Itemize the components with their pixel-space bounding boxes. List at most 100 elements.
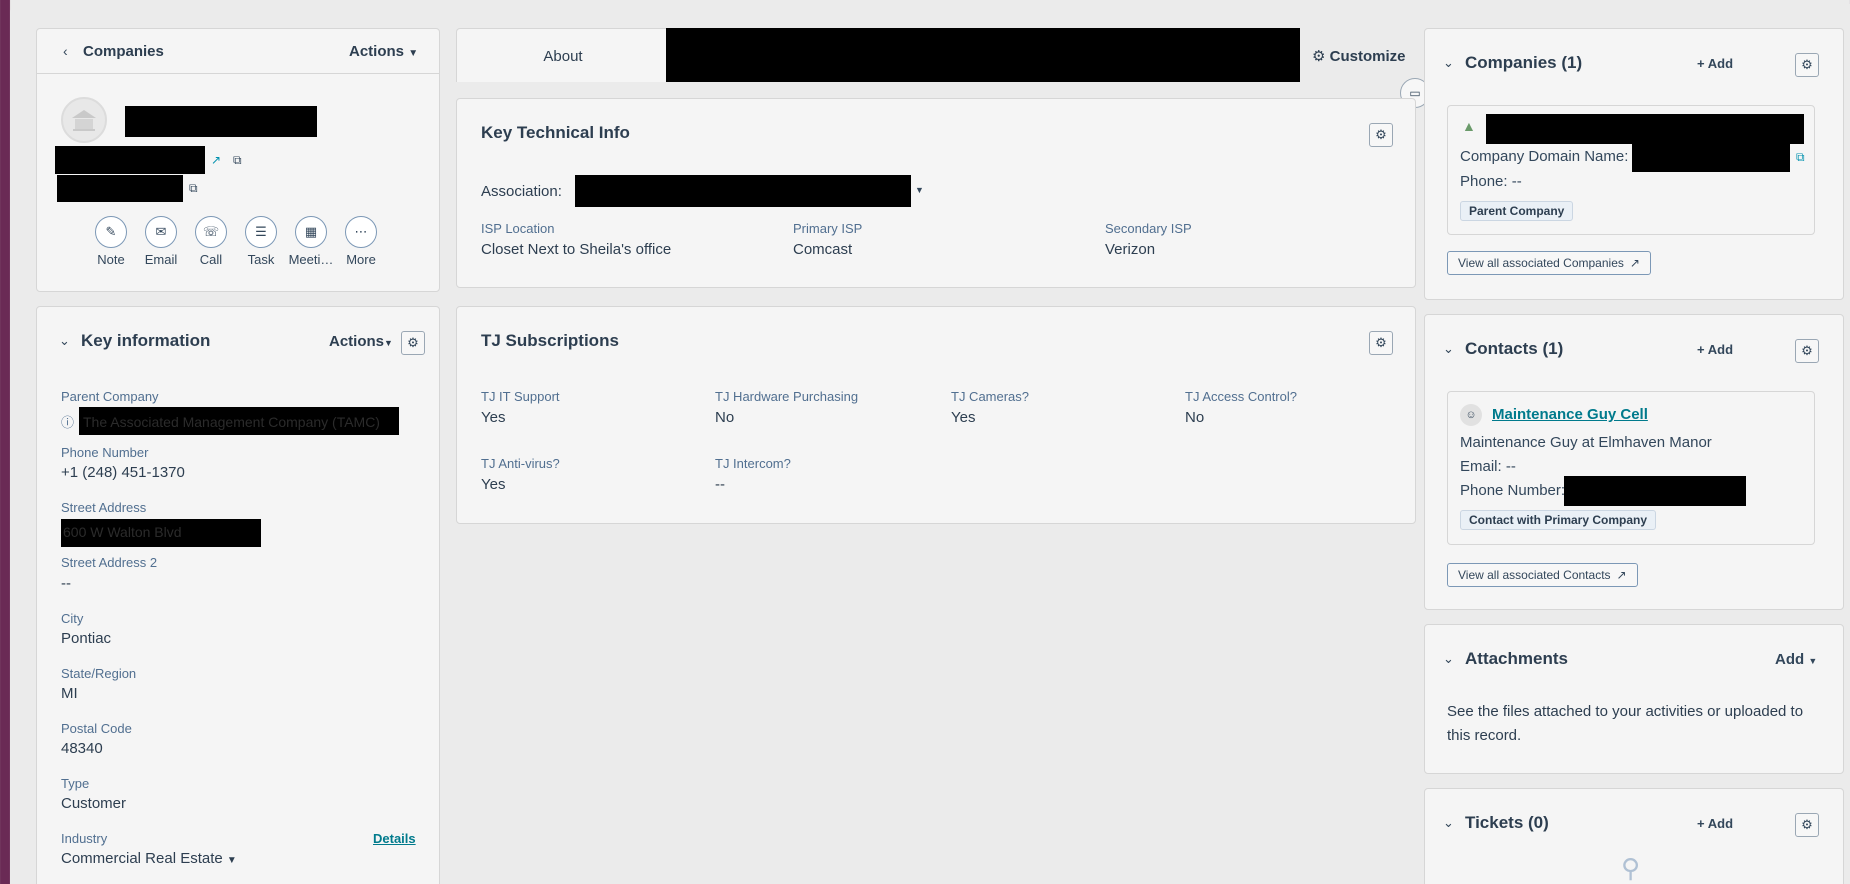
view-all-companies-button[interactable]: View all associated Companies ↗ [1447, 251, 1651, 275]
contact-association-item: ☺ Maintenance Guy Cell Maintenance Guy a… [1447, 391, 1815, 545]
type-value[interactable]: Customer [61, 795, 126, 812]
contact-name-link[interactable]: Maintenance Guy Cell [1492, 406, 1648, 423]
street-address-2-value[interactable]: -- [61, 575, 71, 592]
back-chevron-icon[interactable]: ‹ [63, 43, 68, 59]
company-domain-redacted [1632, 144, 1790, 172]
copy-icon[interactable]: ⧉ [233, 153, 242, 168]
add-company-button[interactable]: + Add [1697, 56, 1733, 71]
note-action-label: Note [97, 252, 125, 267]
tj-cameras-value[interactable]: Yes [951, 409, 975, 426]
external-link-icon: ↗ [1616, 568, 1627, 582]
gear-icon[interactable]: ⚙ [1795, 813, 1819, 837]
add-contact-button[interactable]: + Add [1697, 342, 1733, 357]
note-icon[interactable]: ✎ [95, 216, 127, 248]
collapse-chevron-icon[interactable]: ⌄ [1443, 651, 1454, 667]
industry-value: Commercial Real Estate [61, 850, 223, 867]
collapse-chevron-icon[interactable]: ⌄ [1443, 815, 1454, 831]
industry-dropdown[interactable]: Commercial Real Estate ▼ [61, 850, 237, 867]
contact-phone-label: Phone Number: [1460, 482, 1566, 499]
plus-icon: + [1697, 56, 1705, 71]
tj-antivirus-label: TJ Anti-virus? [481, 456, 560, 471]
external-link-icon[interactable]: ↗ [211, 153, 221, 167]
customize-button[interactable]: ⚙ Customize [1312, 47, 1405, 65]
tab-bar: About [456, 28, 668, 82]
magnifier-illustration-icon: ⚲ [1621, 853, 1641, 883]
phone-number-value[interactable]: +1 (248) 451-1370 [61, 464, 185, 481]
gear-icon[interactable]: ⚙ [1369, 123, 1393, 147]
call-action-label: Call [199, 252, 223, 267]
contact-email-line: Email: -- [1460, 458, 1516, 475]
add-company-label: Add [1707, 56, 1734, 71]
info-icon: ⓘ [61, 415, 75, 430]
company-association-item: ▲ Company Domain Name: ⧉ Phone: -- Paren… [1447, 105, 1815, 235]
call-icon[interactable]: ☏ [195, 216, 227, 248]
contacts-card: ⌄ Contacts (1) + Add ⚙ ☺ Maintenance Guy… [1424, 314, 1844, 610]
company-phone-label: Phone: [1460, 173, 1508, 190]
contact-avatar-icon: ☺ [1460, 404, 1482, 426]
street-address-value[interactable]: 600 W Walton Blvd [61, 519, 261, 547]
tab-about[interactable]: About [457, 48, 669, 65]
gear-icon[interactable]: ⚙ [1795, 339, 1819, 363]
divider [37, 73, 439, 74]
tj-access-control-label: TJ Access Control? [1185, 389, 1297, 404]
contact-email-label: Email: [1460, 458, 1502, 475]
tj-cameras-label: TJ Cameras? [951, 389, 1030, 404]
primary-isp-value[interactable]: Comcast [793, 241, 852, 258]
customize-label: Customize [1329, 48, 1406, 65]
gear-icon[interactable]: ⚙ [1795, 53, 1819, 77]
tj-hardware-label: TJ Hardware Purchasing [715, 389, 859, 404]
header-actions-dropdown[interactable]: Actions ▼ [349, 43, 418, 60]
details-link[interactable]: Details [373, 831, 416, 846]
company-name-redacted[interactable] [1486, 114, 1804, 144]
task-icon[interactable]: ☰ [245, 216, 277, 248]
email-icon[interactable]: ✉ [145, 216, 177, 248]
caret-down-icon[interactable]: ▼ [915, 185, 924, 195]
key-info-actions-dropdown[interactable]: Actions▼ [329, 333, 393, 350]
collapse-chevron-icon[interactable]: ⌄ [1443, 341, 1454, 357]
more-icon[interactable]: ⋯ [345, 216, 377, 248]
company-header-card: ‹ Companies Actions ▼ ↗ ⧉ ⧉ ✎ Note ✉ Ema… [36, 28, 440, 292]
gear-icon[interactable]: ⚙ [401, 331, 425, 355]
association-label: Association: [481, 183, 562, 200]
tj-access-control-value[interactable]: No [1185, 409, 1204, 426]
association-value-redacted[interactable] [575, 175, 911, 207]
contact-primary-company-pill: Contact with Primary Company [1460, 510, 1657, 530]
tj-hardware-value[interactable]: No [715, 409, 734, 426]
add-attachment-dropdown[interactable]: Add ▼ [1775, 651, 1817, 668]
caret-down-icon: ▼ [226, 855, 237, 866]
view-all-companies-label: View all associated Companies [1458, 256, 1624, 270]
meeting-icon[interactable]: ▦ [295, 216, 327, 248]
view-all-contacts-button[interactable]: View all associated Contacts ↗ [1447, 563, 1638, 587]
company-domain-label: Company Domain Name: [1460, 148, 1629, 165]
tj-antivirus-value[interactable]: Yes [481, 476, 505, 493]
attachments-card: ⌄ Attachments Add ▼ See the files attach… [1424, 624, 1844, 774]
gear-icon[interactable]: ⚙ [1369, 331, 1393, 355]
collapse-chevron-icon[interactable]: ⌄ [1443, 55, 1454, 71]
state-label: State/Region [61, 666, 137, 681]
add-contact-label: Add [1707, 342, 1734, 357]
company-phone-value: -- [1511, 173, 1522, 190]
state-value[interactable]: MI [61, 685, 78, 702]
city-value[interactable]: Pontiac [61, 630, 111, 647]
add-ticket-label: Add [1707, 816, 1734, 831]
caret-down-icon: ▼ [384, 338, 393, 348]
isp-location-value[interactable]: Closet Next to Sheila's office [481, 241, 671, 258]
companies-card: ⌄ Companies (1) + Add ⚙ ▲ Company Domain… [1424, 28, 1844, 300]
city-label: City [61, 611, 84, 626]
back-to-companies-link[interactable]: Companies [83, 43, 164, 60]
tj-it-support-value[interactable]: Yes [481, 409, 505, 426]
postal-code-value[interactable]: 48340 [61, 740, 103, 757]
parent-company-value[interactable]: The Associated Management Company (TAMC) [79, 407, 399, 435]
external-link-icon: ↗ [1629, 256, 1640, 270]
copy-icon[interactable]: ⧉ [189, 181, 198, 196]
copy-icon[interactable]: ⧉ [1796, 150, 1805, 165]
caret-down-icon: ▼ [1808, 656, 1818, 666]
company-logo-icon [61, 97, 107, 143]
tj-intercom-value[interactable]: -- [715, 476, 725, 493]
collapse-chevron-icon[interactable]: ⌄ [59, 333, 70, 349]
add-ticket-button[interactable]: + Add [1697, 816, 1733, 831]
task-action-label: Task [247, 252, 275, 267]
secondary-isp-value[interactable]: Verizon [1105, 241, 1155, 258]
secondary-isp-label: Secondary ISP [1105, 221, 1192, 236]
company-domain-redacted [55, 146, 205, 174]
